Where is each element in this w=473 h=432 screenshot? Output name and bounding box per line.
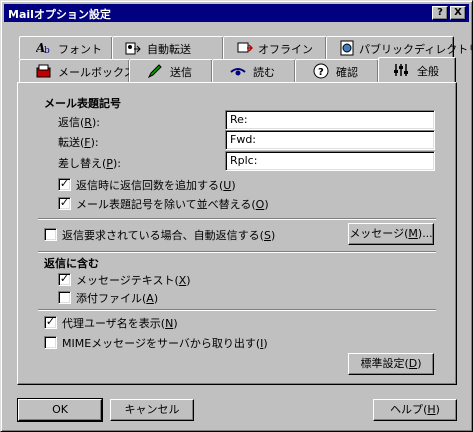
message-text-checkbox[interactable]: ✓ <box>58 273 71 286</box>
cancel-button[interactable]: キャンセル <box>110 399 194 421</box>
replace-prefix-input[interactable]: Rplc: <box>225 151 435 171</box>
svg-text:?: ? <box>318 67 324 78</box>
subject-prefix-heading: メール表題記号 <box>44 97 121 110</box>
reply-count-label: 返信時に返信回数を追加する(U) <box>76 179 236 192</box>
general-panel: メール表題記号 返信(R): Re: 転送(F): Fwd: 差し替え(P): … <box>17 82 457 385</box>
message-button[interactable]: メッセージ(M)... <box>348 223 434 245</box>
forward-prefix-label: 転送(F): <box>58 136 99 149</box>
default-settings-button[interactable]: 標準設定(D) <box>348 353 434 375</box>
auto-forward-icon <box>125 40 141 56</box>
svg-text:b: b <box>44 46 50 56</box>
tab-offline[interactable]: オフライン <box>223 36 327 59</box>
tab-mailbox[interactable]: メールボックス <box>19 59 135 82</box>
separator <box>38 309 436 311</box>
font-icon: Ab <box>35 40 52 56</box>
tab-confirm[interactable]: ? 確認 <box>295 59 379 82</box>
replace-prefix-label: 差し替え(P): <box>58 157 121 170</box>
tab-label: 全般 <box>417 65 439 78</box>
separator <box>38 218 436 220</box>
tab-label: 自動転送 <box>147 43 191 56</box>
pencil-icon <box>147 63 163 79</box>
separator <box>38 251 436 253</box>
general-icon <box>393 62 409 78</box>
attachment-label: 添付ファイル(A) <box>76 292 159 305</box>
tab-label: 読む <box>253 66 275 79</box>
tab-label: 確認 <box>336 66 358 79</box>
message-text-label: メッセージテキスト(X) <box>76 274 191 287</box>
mailbox-icon <box>36 63 52 79</box>
sort-without-prefix-label: メール表題記号を除いて並べ替える(O) <box>76 198 269 211</box>
public-directory-icon <box>339 40 355 56</box>
tab-send[interactable]: 送信 <box>129 59 213 82</box>
tab-label: フォント <box>58 43 102 56</box>
tab-auto-forward[interactable]: 自動転送 <box>112 36 224 59</box>
close-button[interactable]: X <box>450 6 466 20</box>
options-dialog: Mailオプション設定 ? X Ab フォント 自動転送 オフライン パブリック… <box>0 0 473 432</box>
auto-reply-checkbox[interactable] <box>44 228 57 241</box>
include-in-reply-heading: 返信に含む <box>44 257 99 270</box>
tab-font[interactable]: Ab フォント <box>19 36 113 59</box>
tab-label: 送信 <box>170 66 192 79</box>
sort-without-prefix-checkbox[interactable]: ✓ <box>58 197 71 210</box>
forward-prefix-input[interactable]: Fwd: <box>225 130 435 150</box>
ok-button[interactable]: OK <box>17 398 103 422</box>
window-title: Mailオプション設定 <box>8 8 111 21</box>
tab-label: パブリックディレクトリ <box>359 43 473 56</box>
tab-label: オフライン <box>258 43 313 56</box>
mime-from-server-label: MIMEメッセージをサーバから取り出す(I) <box>62 337 268 350</box>
tab-general[interactable]: 全般 <box>378 57 456 82</box>
mime-from-server-checkbox[interactable] <box>44 336 57 349</box>
reply-prefix-label: 返信(R): <box>58 116 100 129</box>
title-bar: Mailオプション設定 ? X <box>4 4 469 22</box>
help-title-button[interactable]: ? <box>432 6 448 20</box>
reply-prefix-input[interactable]: Re: <box>225 110 435 130</box>
help-button[interactable]: ヘルプ(H) <box>373 399 457 421</box>
show-delegate-checkbox[interactable]: ✓ <box>44 316 57 329</box>
attachment-checkbox[interactable] <box>58 291 71 304</box>
offline-icon <box>237 40 254 56</box>
show-delegate-label: 代理ユーザ名を表示(N) <box>62 317 178 330</box>
question-icon: ? <box>313 63 329 79</box>
tab-label: メールボックス <box>58 66 135 79</box>
reply-count-checkbox[interactable]: ✓ <box>58 178 71 191</box>
tab-public-directory[interactable]: パブリックディレクトリ <box>326 36 473 59</box>
read-icon <box>230 63 246 79</box>
tab-read[interactable]: 読む <box>212 59 296 82</box>
auto-reply-label: 返信要求されている場合、自動返信する(S) <box>62 229 276 242</box>
